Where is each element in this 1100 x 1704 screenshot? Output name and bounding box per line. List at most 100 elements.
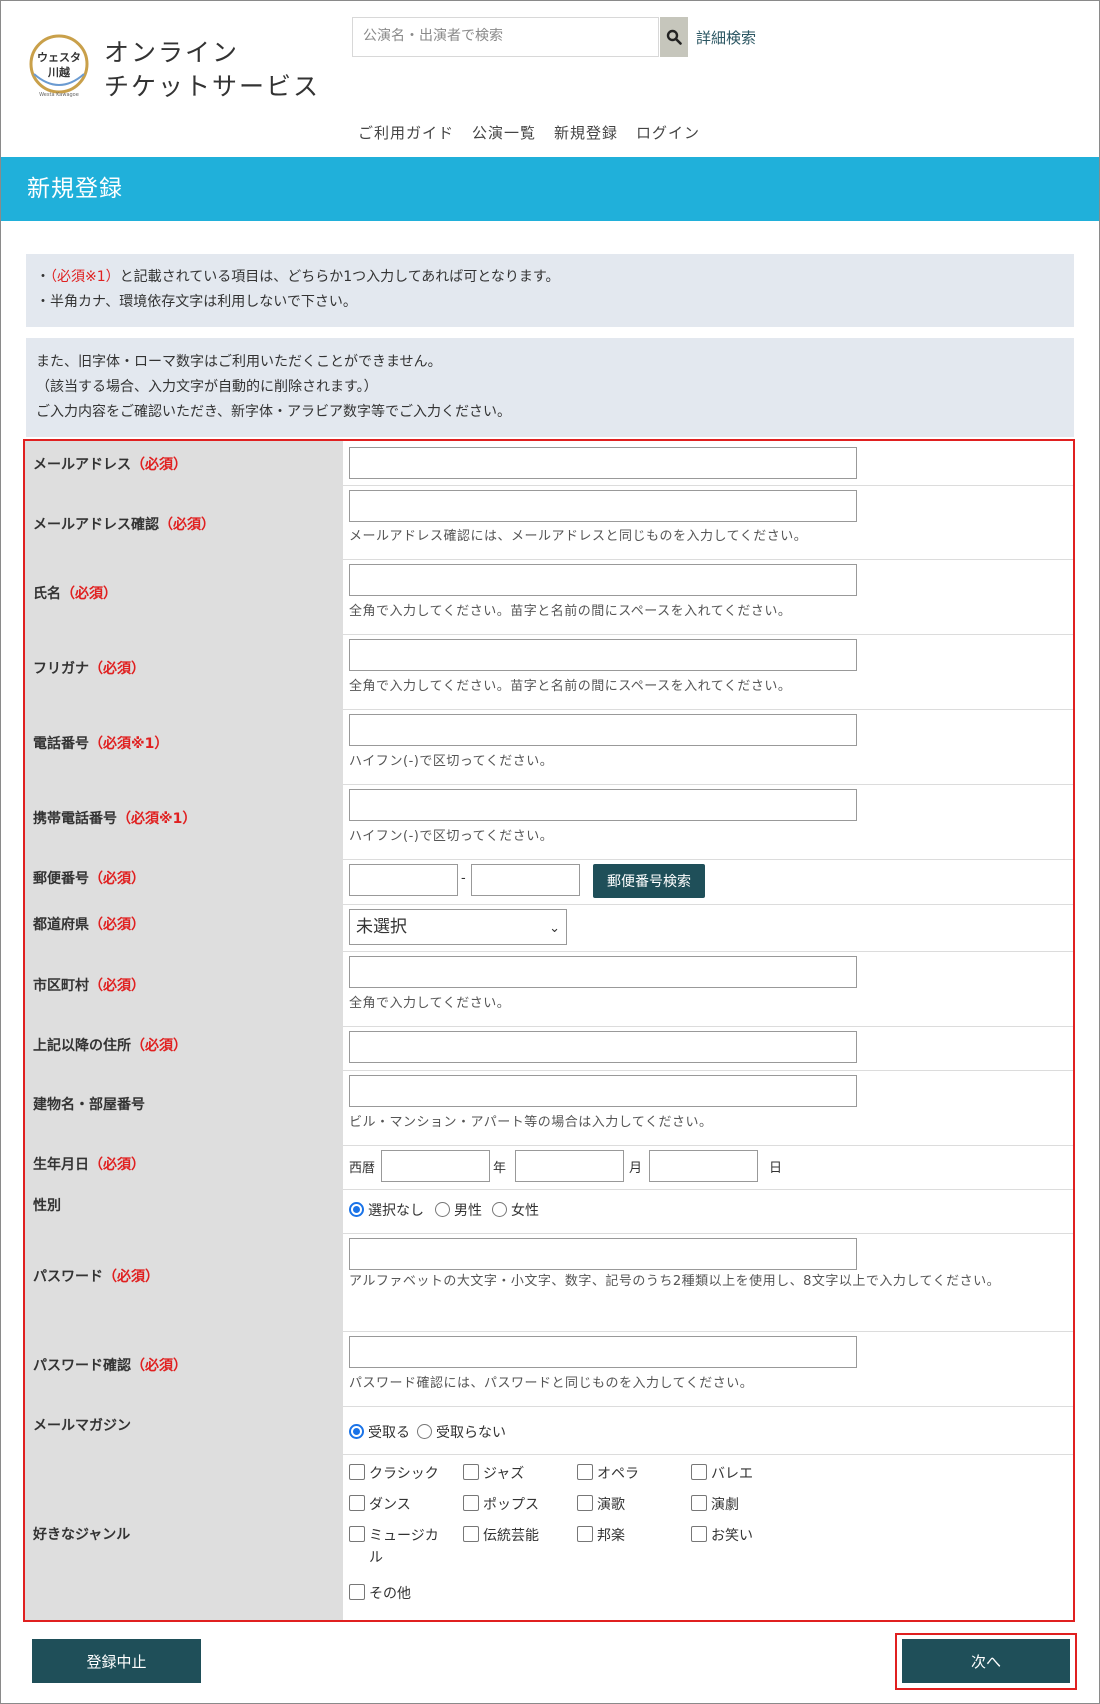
label-phone: 電話番号（必須※1）	[33, 736, 169, 752]
genre-musical-label[interactable]: ミュージカル	[369, 1525, 449, 1569]
notice-bullet: ・	[36, 269, 50, 285]
zip-separator: -	[461, 871, 466, 886]
genre-pops-label[interactable]: ポップス	[483, 1494, 539, 1514]
email-confirm-hint: メールアドレス確認には、メールアドレスと同じものを入力してください。	[349, 529, 808, 544]
genre-musical-checkbox[interactable]	[349, 1526, 365, 1542]
notice-text-2: ・半角カナ、環境依存文字は利用しないで下さい。	[36, 294, 357, 310]
gender-none-label[interactable]: 選択なし	[368, 1200, 424, 1220]
genre-opera-label[interactable]: オペラ	[597, 1463, 639, 1483]
label-mobile: 携帯電話番号（必須※1）	[33, 811, 197, 827]
genre-opera-checkbox[interactable]	[577, 1464, 593, 1480]
genre-hogaku-checkbox[interactable]	[577, 1526, 593, 1542]
email-confirm-input[interactable]	[349, 490, 857, 522]
site-title[interactable]: オンライン チケットサービス	[104, 36, 320, 104]
genre-jazz-label[interactable]: ジャズ	[483, 1463, 524, 1483]
search-box	[352, 17, 659, 57]
magazine-receive-radio[interactable]	[349, 1424, 364, 1439]
kana-hint: 全角で入力してください。苗字と名前の間にスペースを入れてください。	[349, 679, 792, 694]
building-input[interactable]	[349, 1075, 857, 1107]
gender-male-radio[interactable]	[435, 1202, 450, 1217]
genre-classic-checkbox[interactable]	[349, 1464, 365, 1480]
address-input[interactable]	[349, 1031, 857, 1063]
birth-month-input[interactable]	[515, 1150, 624, 1182]
prefecture-select[interactable]: 未選択 ⌄	[349, 909, 567, 945]
zip-first-input[interactable]	[349, 864, 458, 896]
birth-era: 西暦	[349, 1161, 376, 1176]
genre-enka-label[interactable]: 演歌	[597, 1494, 625, 1514]
building-hint: ビル・マンション・アパート等の場合は入力してください。	[349, 1115, 713, 1130]
city-input[interactable]	[349, 956, 857, 988]
nav-performances[interactable]: 公演一覧	[472, 122, 536, 143]
row-kana: フリガナ（必須） 全角で入力してください。苗字と名前の間にスペースを入れてくださ…	[25, 634, 1073, 710]
password-confirm-input[interactable]	[349, 1336, 857, 1368]
label-prefecture: 都道府県（必須）	[33, 917, 145, 933]
kana-input[interactable]	[349, 639, 857, 671]
genre-ballet-checkbox[interactable]	[691, 1464, 707, 1480]
nav-register[interactable]: 新規登録	[554, 122, 618, 143]
genre-dance-label[interactable]: ダンス	[369, 1494, 411, 1514]
genre-traditional-label[interactable]: 伝統芸能	[483, 1525, 539, 1545]
birth-year-input[interactable]	[381, 1150, 490, 1182]
zip-search-button[interactable]: 郵便番号検索	[593, 864, 705, 898]
magazine-receive-label[interactable]: 受取る	[368, 1422, 410, 1442]
genre-hogaku-label[interactable]: 邦楽	[597, 1525, 625, 1545]
password-input[interactable]	[349, 1238, 857, 1270]
row-mobile: 携帯電話番号（必須※1） ハイフン(-)で区切ってください。	[25, 784, 1073, 860]
mobile-input[interactable]	[349, 789, 857, 821]
mobile-hint: ハイフン(-)で区切ってください。	[349, 829, 554, 844]
magazine-decline-radio[interactable]	[417, 1424, 432, 1439]
genre-traditional-checkbox[interactable]	[463, 1526, 479, 1542]
search-input[interactable]	[353, 18, 653, 54]
name-input[interactable]	[349, 564, 857, 596]
email-input[interactable]	[349, 447, 857, 479]
birth-day-unit: 日	[769, 1161, 783, 1176]
label-building: 建物名・部屋番号	[33, 1097, 145, 1113]
genre-jazz-checkbox[interactable]	[463, 1464, 479, 1480]
search-icon	[666, 29, 682, 45]
notice-line: また、旧字体・ローマ数字はご利用いただくことができません。	[36, 354, 442, 370]
notice-text: と記載されている項目は、どちらか1つ入力してあれば可となります。	[119, 269, 560, 285]
genre-dance-checkbox[interactable]	[349, 1495, 365, 1511]
cancel-registration-button[interactable]: 登録中止	[32, 1639, 201, 1683]
name-hint: 全角で入力してください。苗字と名前の間にスペースを入れてください。	[349, 604, 792, 619]
label-birthdate: 生年月日（必須）	[33, 1157, 145, 1173]
row-phone: 電話番号（必須※1） ハイフン(-)で区切ってください。	[25, 709, 1073, 785]
gender-female-label[interactable]: 女性	[511, 1200, 539, 1220]
notice-line: ご入力内容をご確認いただき、新字体・アラビア数字等でご入力ください。	[36, 404, 512, 420]
genre-classic-label[interactable]: クラシック	[369, 1463, 439, 1483]
nav-guide[interactable]: ご利用ガイド	[358, 122, 454, 143]
notice-required-mark: （必須※1）	[50, 269, 120, 285]
westa-kawagoe-logo[interactable]: ウェスタ 川越 Westa Kawagoe	[26, 34, 92, 98]
birth-day-input[interactable]	[649, 1150, 758, 1182]
genre-ballet-label[interactable]: バレエ	[711, 1463, 753, 1483]
genre-theater-checkbox[interactable]	[691, 1495, 707, 1511]
row-address: 上記以降の住所（必須）	[25, 1026, 1073, 1071]
genre-enka-checkbox[interactable]	[577, 1495, 593, 1511]
magazine-decline-label[interactable]: 受取らない	[436, 1422, 506, 1442]
genre-theater-label[interactable]: 演劇	[711, 1494, 739, 1514]
row-magazine: メールマガジン 受取る 受取らない	[25, 1406, 1073, 1455]
genre-comedy-label[interactable]: お笑い	[711, 1525, 753, 1545]
genre-pops-checkbox[interactable]	[463, 1495, 479, 1511]
gender-male-label[interactable]: 男性	[454, 1200, 482, 1220]
zip-second-input[interactable]	[471, 864, 580, 896]
genre-comedy-checkbox[interactable]	[691, 1526, 707, 1542]
birth-month-unit: 月	[629, 1161, 643, 1176]
row-password-confirm: パスワード確認（必須） パスワード確認には、パスワードと同じものを入力してくださ…	[25, 1331, 1073, 1407]
row-email-confirm: メールアドレス確認（必須） メールアドレス確認には、メールアドレスと同じものを入…	[25, 485, 1073, 560]
notice-required: ・（必須※1）と記載されている項目は、どちらか1つ入力してあれば可となります。 …	[26, 254, 1074, 327]
phone-input[interactable]	[349, 714, 857, 746]
next-button[interactable]: 次へ	[902, 1639, 1070, 1683]
advanced-search-link[interactable]: 詳細検索	[696, 27, 756, 48]
genre-other-checkbox[interactable]	[349, 1584, 365, 1600]
label-kana: フリガナ（必須）	[33, 661, 145, 677]
nav-login[interactable]: ログイン	[636, 122, 700, 143]
password-hint: アルファベットの大文字・小文字、数字、記号のうち2種類以上を使用し、8文字以上で…	[349, 1274, 1001, 1289]
gender-none-radio[interactable]	[349, 1202, 364, 1217]
svg-text:Westa Kawagoe: Westa Kawagoe	[39, 92, 79, 98]
genre-other-label[interactable]: その他	[369, 1583, 411, 1603]
row-gender: 性別 選択なし 男性 女性	[25, 1189, 1073, 1234]
row-city: 市区町村（必須） 全角で入力してください。	[25, 951, 1073, 1027]
search-button[interactable]	[660, 17, 688, 57]
gender-female-radio[interactable]	[492, 1202, 507, 1217]
